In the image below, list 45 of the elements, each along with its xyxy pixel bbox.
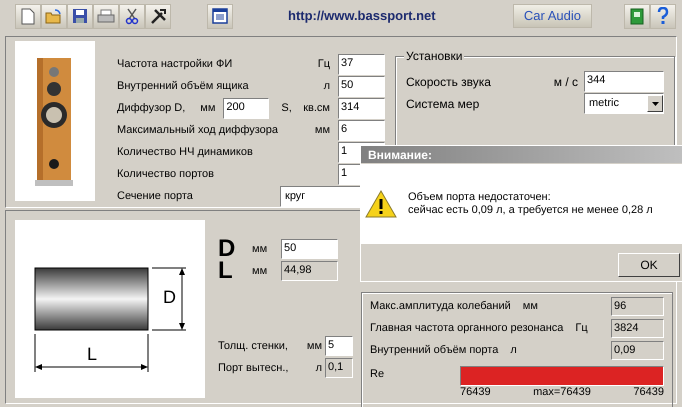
result-label: Главная частота органного резонанса [370, 320, 564, 336]
field-label: Внутренний объём ящика [117, 78, 249, 94]
unit-label: Гц [318, 58, 330, 70]
re-label: Re [370, 367, 386, 382]
unit-label: мм [522, 298, 538, 314]
field-label: Количество портов [117, 166, 214, 182]
unit-label: мм [314, 124, 330, 136]
current-value: 76439 [633, 386, 664, 398]
unit-label: Гц [575, 320, 588, 336]
dimension-symbol: L [218, 260, 234, 282]
unit-label: м / с [554, 74, 578, 90]
unit-label: мм [252, 264, 268, 279]
input-field: 96 [611, 296, 664, 316]
field-label: Количество НЧ динамиков [117, 144, 253, 160]
field-label: S, [281, 100, 292, 116]
scale-max: max=76439 [533, 386, 591, 398]
unit-label: мм [200, 100, 216, 116]
field-label: Порт вытесн., [218, 360, 288, 376]
dialog-title: Внимание: [368, 146, 432, 164]
dimension-symbol: D [218, 238, 236, 260]
field-label: Система мер [406, 96, 480, 112]
field-label: Диффузор D, [117, 100, 186, 116]
dialog-message: сейчас есть 0,09 л, а требуется не менее 0,28 л [408, 204, 653, 217]
field-label: Сечение порта [117, 188, 193, 204]
input-field: 44,98 [281, 261, 338, 281]
unit-label: мм [306, 338, 322, 354]
unit-label: мм [252, 242, 268, 257]
field-label: Частота настройки ФИ [117, 56, 232, 72]
field-label: Максимальный ход диффузора [117, 122, 278, 138]
field-label: Толщ. стенки, [218, 338, 288, 354]
input-field: 0,1 [325, 358, 353, 378]
dialog-message: Объем порта недостаточен: [408, 191, 552, 204]
input-field: 0,09 [611, 340, 664, 360]
unit-label: л [510, 342, 517, 358]
result-label: Внутренний объём порта [370, 342, 498, 358]
diameter-label: D [163, 287, 176, 307]
unit-label: кв.см [303, 100, 330, 116]
length-label: L [87, 344, 98, 364]
scale-min: 76439 [460, 386, 491, 398]
group-title: Установки [404, 49, 464, 63]
result-label: Макс.амплитуда колебаний [370, 298, 511, 314]
input-field: 3824 [611, 318, 664, 338]
unit-label: л [324, 80, 330, 92]
unit-label: л [316, 360, 322, 376]
field-label: Скорость звука [406, 74, 491, 90]
